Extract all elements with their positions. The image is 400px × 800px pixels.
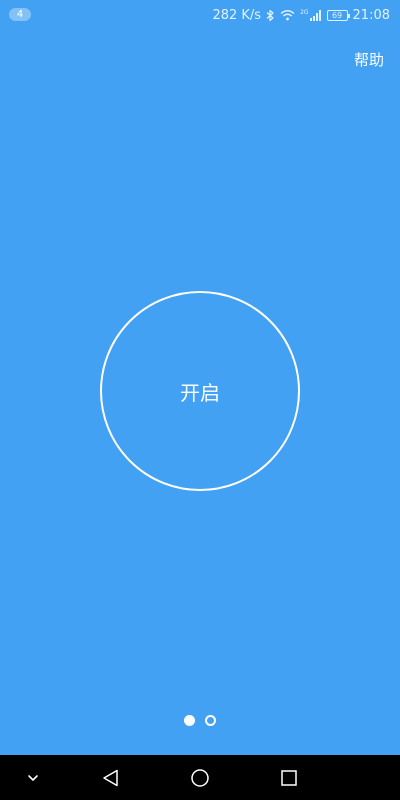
page-indicator xyxy=(0,715,400,726)
status-bar: 4 282 K/s 2G 69 21:08 xyxy=(0,0,400,30)
back-icon xyxy=(103,769,118,786)
navigation-bar xyxy=(0,755,400,800)
notification-badge: 4 xyxy=(9,8,31,21)
wifi-icon xyxy=(280,9,295,21)
net-speed: 282 K/s xyxy=(212,7,262,23)
home-button[interactable] xyxy=(175,755,225,800)
help-button[interactable]: 帮助 xyxy=(354,49,384,70)
power-on-button[interactable]: 开启 xyxy=(100,291,300,491)
clock: 21:08 xyxy=(352,7,390,23)
network-type: 2G xyxy=(300,9,309,16)
power-on-label: 开启 xyxy=(180,380,220,405)
signal-icon: 2G xyxy=(300,9,321,21)
screen: 4 282 K/s 2G 69 21:08 帮助 开启 xyxy=(0,0,400,800)
recents-icon xyxy=(281,769,297,786)
recents-button[interactable] xyxy=(264,755,314,800)
chevron-down-icon xyxy=(28,774,38,781)
status-indicators: 282 K/s 2G 69 21:08 xyxy=(212,5,390,25)
app-area: 4 282 K/s 2G 69 21:08 帮助 开启 xyxy=(0,0,400,755)
hide-nav-button[interactable] xyxy=(8,755,58,800)
battery-level: 69 xyxy=(331,10,343,20)
battery-icon: 69 xyxy=(326,9,350,21)
home-icon xyxy=(191,768,209,787)
back-button[interactable] xyxy=(86,755,136,800)
bluetooth-icon xyxy=(266,9,275,22)
page-dot-1[interactable] xyxy=(184,715,195,726)
page-dot-2[interactable] xyxy=(205,715,216,726)
